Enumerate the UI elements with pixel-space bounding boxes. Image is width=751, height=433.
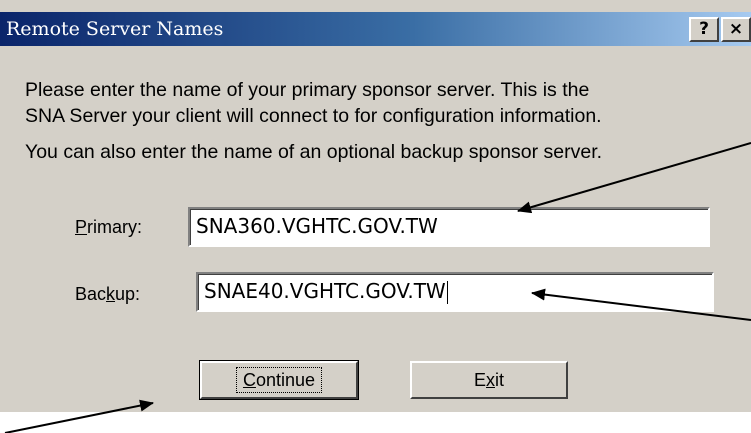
exit-label-pre: E: [473, 370, 486, 390]
continue-button[interactable]: Continue: [199, 360, 359, 400]
primary-server-value: SNA360.VGHTC.GOV.TW: [196, 214, 438, 238]
primary-label-mnemonic: P: [75, 217, 88, 237]
close-button[interactable]: ×: [721, 17, 751, 42]
backup-server-input[interactable]: SNAE40.VGHTC.GOV.TW: [196, 272, 714, 312]
window-title: Remote Server Names: [6, 18, 224, 40]
remote-server-names-dialog: Remote Server Names ? × Please enter the…: [0, 0, 751, 412]
backup-label-text-pre: Bac: [75, 284, 107, 304]
exit-button[interactable]: Exit: [410, 361, 568, 399]
continue-label: ontinue: [255, 370, 316, 390]
exit-mnemonic: x: [486, 370, 495, 390]
help-icon: ?: [699, 19, 709, 39]
backup-server-value: SNAE40.VGHTC.GOV.TW: [204, 279, 446, 303]
primary-label-text: rimary:: [87, 217, 143, 237]
instruction-line-1: Please enter the name of your primary sp…: [25, 79, 590, 101]
continue-button-focus: Continue: [235, 367, 323, 393]
backup-label-text-post: up:: [115, 284, 141, 304]
backup-label: Backup:: [75, 284, 140, 305]
instructions-text: Please enter the name of your primary sp…: [25, 77, 735, 165]
help-button[interactable]: ?: [689, 17, 719, 42]
close-icon: ×: [728, 19, 744, 39]
continue-mnemonic: C: [242, 370, 256, 390]
instruction-line-2: SNA Server your client will connect to f…: [25, 105, 602, 127]
text-caret: [446, 281, 448, 304]
exit-label-post: it: [495, 370, 504, 390]
backup-label-mnemonic: k: [106, 284, 116, 304]
screenshot-canvas: Remote Server Names ? × Please enter the…: [0, 0, 751, 433]
instruction-line-3: You can also enter the name of an option…: [25, 141, 603, 163]
primary-label: Primary:: [75, 217, 142, 238]
primary-server-input[interactable]: SNA360.VGHTC.GOV.TW: [188, 207, 710, 247]
title-bar[interactable]: Remote Server Names ? ×: [0, 12, 751, 46]
